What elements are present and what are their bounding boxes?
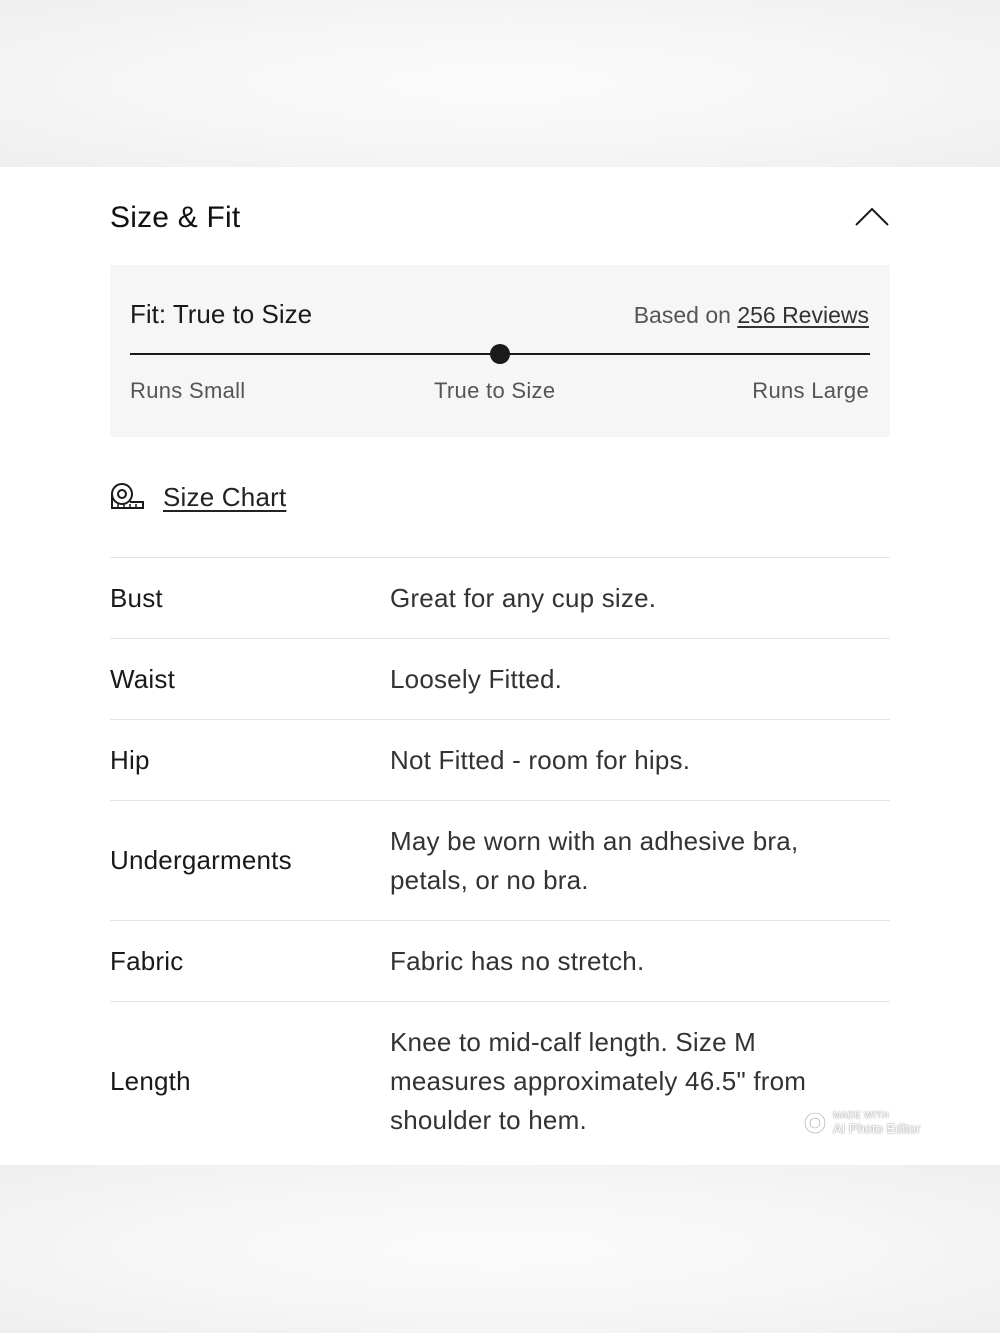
measuring-tape-icon: [110, 482, 144, 512]
attribute-value: Loosely Fitted.: [390, 663, 563, 694]
section-title: Size & Fit: [110, 201, 241, 234]
attribute-name: Undergarments: [110, 845, 292, 875]
size-chart-label: Size Chart: [163, 481, 287, 512]
attribute-row-waist: Waist Loosely Fitted.: [110, 638, 890, 719]
attribute-row-bust: Bust Great for any cup size.: [110, 557, 890, 638]
fit-panel: Fit: True to Size Based on 256 Reviews R…: [110, 265, 890, 437]
attribute-value: May be worn with an adhesive bra, petals…: [390, 825, 799, 895]
scale-label-runs-large: Runs Large: [752, 378, 869, 403]
fit-reviews: Based on 256 Reviews: [634, 302, 869, 329]
scale-label-true-to-size: True to Size: [434, 378, 556, 403]
attribute-name: Hip: [110, 744, 150, 775]
attribute-row-length: Length Knee to mid-calf length. Size M m…: [110, 1001, 890, 1161]
attributes-table: Bust Great for any cup size. Waist Loose…: [110, 557, 890, 1161]
fit-label: Fit: True to Size: [130, 299, 313, 329]
attribute-name: Fabric: [110, 945, 184, 976]
attribute-name: Waist: [110, 663, 176, 694]
attribute-value: Great for any cup size.: [390, 582, 657, 613]
chevron-up-icon[interactable]: [854, 205, 890, 227]
section-header[interactable]: Size & Fit: [110, 167, 890, 265]
fit-scale-marker: [490, 344, 510, 364]
based-on-prefix: Based on: [633, 302, 731, 328]
watermark-top-text: MADE WITH: [833, 1110, 889, 1120]
size-fit-card: Size & Fit Fit: True to Size Based on 25…: [0, 167, 1000, 1165]
attribute-value: Fabric has no stretch.: [390, 945, 645, 976]
size-chart-link[interactable]: Size Chart: [110, 479, 286, 515]
watermark: MADE WITH AI Photo Editor: [803, 1105, 920, 1141]
top-background: [0, 0, 1000, 167]
camera-lens-icon: [803, 1111, 827, 1135]
attribute-row-fabric: Fabric Fabric has no stretch.: [110, 920, 890, 1001]
attribute-name: Bust: [110, 582, 163, 613]
bottom-background: [0, 1165, 1000, 1333]
scale-label-runs-small: Runs Small: [130, 378, 246, 403]
reviews-link[interactable]: 256 Reviews: [737, 302, 869, 328]
attribute-value: Not Fitted - room for hips.: [390, 744, 691, 775]
attribute-row-hip: Hip Not Fitted - room for hips.: [110, 719, 890, 800]
attribute-row-undergarments: Undergarments May be worn with an adhesi…: [110, 800, 890, 920]
attribute-name: Length: [110, 1066, 191, 1096]
watermark-bottom-text: AI Photo Editor: [833, 1121, 921, 1136]
